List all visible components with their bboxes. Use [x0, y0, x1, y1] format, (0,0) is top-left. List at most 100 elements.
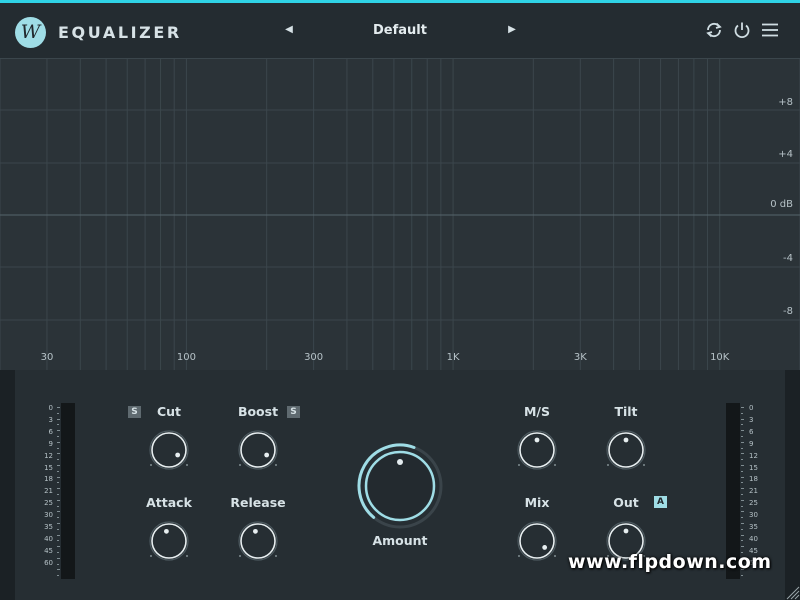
meter-tick	[57, 459, 59, 461]
meter-scale-label: 3	[749, 415, 754, 424]
meter-scale-label: 30	[44, 511, 53, 520]
knob-indicator-dot	[253, 528, 258, 534]
watermark-text: www.flpdown.com	[568, 551, 772, 573]
meter-tick	[741, 476, 744, 478]
meter-scale-label: 35	[44, 523, 53, 532]
meter-tick	[741, 441, 744, 443]
meter-tick	[57, 552, 59, 553]
power-icon[interactable]	[731, 19, 753, 41]
boost-knob[interactable]	[236, 428, 280, 472]
menu-icon[interactable]	[759, 19, 781, 41]
eq-graph-grid: +8 +4 0 dB -4 -8 30 100 300 1K 3K 10K	[0, 58, 800, 370]
meter-tick	[57, 546, 60, 548]
meter-tick	[741, 528, 743, 530]
meter-tick	[741, 534, 744, 536]
meter-tick	[741, 494, 743, 495]
meter-scale-label: 25	[749, 499, 758, 508]
tilt-label: Tilt	[614, 404, 638, 419]
meter-scale-label: 0	[48, 404, 53, 412]
meter-tick	[57, 511, 60, 513]
logo-icon: W	[15, 17, 46, 48]
meter-scale-label: 15	[44, 463, 53, 472]
meter-tick	[57, 436, 59, 437]
amount-label: Amount	[372, 533, 428, 548]
meter-tick	[57, 563, 59, 565]
meter-scale-label: 21	[749, 487, 758, 496]
meter-tick	[741, 546, 744, 548]
meter-tick	[57, 470, 59, 472]
meter-scale-label: 18	[749, 475, 758, 484]
meter-scale-label: 40	[749, 534, 758, 543]
meter-tick	[57, 494, 59, 495]
knob-indicator-dot	[264, 452, 270, 458]
attack-knob[interactable]	[147, 519, 191, 563]
meter-scale-label: 9	[48, 439, 53, 448]
meter-scale-label: 6	[48, 427, 53, 436]
freq-label: 1K	[447, 352, 460, 363]
cut-knob[interactable]	[147, 428, 191, 472]
out-auto-badge[interactable]: A	[654, 496, 667, 508]
meter-tick	[57, 453, 60, 455]
tilt-knob[interactable]	[604, 428, 648, 472]
boost-label: Boost	[237, 404, 279, 419]
release-knob[interactable]	[236, 519, 280, 563]
meter-tick	[57, 557, 60, 559]
meter-tick	[57, 523, 60, 524]
amount-knob[interactable]	[356, 442, 444, 530]
meter-scale-label: 9	[749, 439, 754, 448]
meter-tick	[57, 540, 59, 542]
meter-tick	[741, 447, 743, 449]
meter-scale-label: 35	[749, 523, 758, 532]
prev-preset-button[interactable]: ◀	[283, 23, 295, 37]
meter-scale-label: 12	[44, 451, 53, 460]
meter-tick	[741, 407, 744, 408]
resize-grip-icon[interactable]	[782, 582, 800, 600]
cut-solo-badge[interactable]: S	[128, 406, 141, 418]
meter-tick	[57, 517, 59, 519]
meter-tick	[57, 569, 60, 571]
meter-scale-label: 60	[44, 558, 53, 567]
db-label: -8	[783, 306, 793, 317]
meter-scale-label: 21	[44, 487, 53, 496]
header-bar: W EQUALIZER ◀ Default ▶	[0, 3, 800, 58]
knob-indicator-dot	[542, 545, 548, 550]
knob-indicator-dot	[623, 437, 629, 443]
freq-label: 3K	[574, 352, 587, 363]
boost-solo-badge[interactable]: S	[287, 406, 300, 418]
meter-tick	[741, 517, 743, 519]
meter-scale-label: 12	[749, 451, 758, 460]
meter-tick	[741, 470, 743, 472]
output-meter-scale: 0 3 6 9 12 15 18 21 25 30 35 40 45 60	[749, 403, 765, 570]
preset-name[interactable]: Default	[320, 23, 480, 38]
db-label: -4	[783, 253, 793, 264]
meter-scale-label: 0	[749, 404, 754, 412]
meter-scale-label: 30	[749, 511, 758, 520]
eq-graph[interactable]: +8 +4 0 dB -4 -8 30 100 300 1K 3K 10K	[0, 58, 800, 370]
freq-label: 100	[177, 352, 196, 363]
meter-tick	[741, 465, 744, 466]
meter-scale-label: 40	[44, 534, 53, 543]
freq-label: 10K	[710, 352, 730, 363]
mix-knob[interactable]	[515, 519, 559, 563]
next-preset-button[interactable]: ▶	[506, 23, 518, 37]
meter-tick	[57, 482, 59, 484]
freq-label: 300	[304, 352, 323, 363]
meter-scale-label: 15	[749, 463, 758, 472]
meter-tick	[741, 499, 744, 501]
ms-knob[interactable]	[515, 428, 559, 472]
meter-tick	[57, 528, 59, 530]
knob-indicator-dot	[534, 437, 540, 443]
meter-tick	[741, 412, 743, 414]
attack-label: Attack	[146, 495, 192, 510]
meter-scale-label: 25	[44, 499, 53, 508]
knob-indicator-dot	[175, 452, 181, 458]
meter-tick	[57, 534, 60, 536]
meter-tick	[57, 488, 60, 490]
meter-tick	[741, 430, 744, 432]
input-meter: 0 3 6 9 12 15 18 21 25 30 35 40 45 60	[40, 403, 80, 579]
db-label: +8	[778, 97, 793, 108]
input-meter-bar	[61, 403, 75, 579]
meter-tick	[57, 465, 60, 466]
meter-tick	[57, 412, 59, 414]
undo-redo-icon[interactable]	[703, 19, 725, 41]
